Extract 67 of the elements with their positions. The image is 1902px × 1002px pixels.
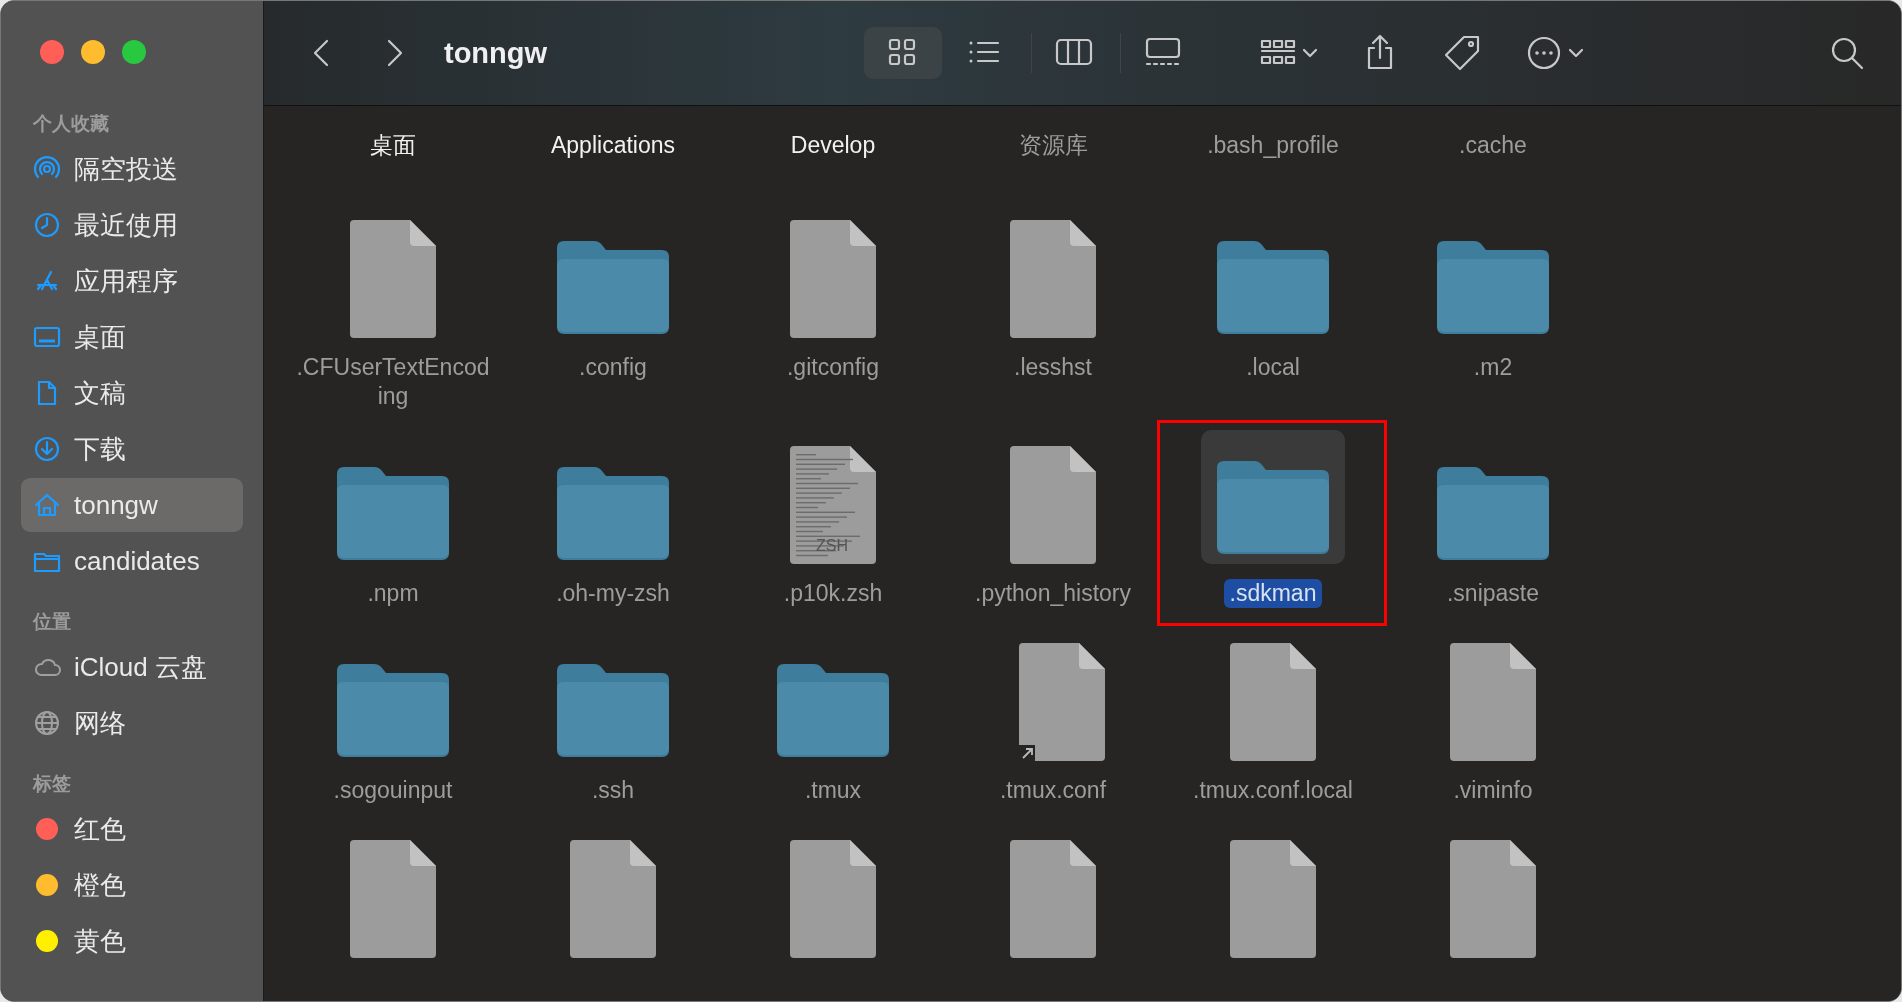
sidebar-item[interactable]: 网络	[21, 696, 243, 750]
close-button[interactable]	[40, 40, 64, 64]
file-name[interactable]: Develop	[784, 131, 882, 160]
file-name[interactable]: .sogouinput	[327, 776, 459, 805]
chevron-icon	[1568, 48, 1584, 58]
window-title: tonngw	[444, 36, 549, 70]
document-icon	[1010, 220, 1096, 338]
document-icon	[350, 220, 436, 338]
minimize-button[interactable]	[81, 40, 105, 64]
document-icon	[790, 220, 876, 338]
sidebar-item[interactable]: 橙色	[21, 858, 243, 912]
sidebar-item[interactable]: 应用程序	[21, 254, 243, 308]
file-name[interactable]: .bash_profile	[1201, 131, 1345, 160]
document-icon	[1010, 446, 1096, 564]
sidebar-item[interactable]: 隔空投送	[21, 142, 243, 196]
document-icon	[1010, 840, 1096, 958]
section-header: 位置	[31, 611, 71, 633]
sidebar-item[interactable]: 最近使用	[21, 198, 243, 252]
file-name[interactable]: .config	[573, 353, 653, 382]
file-name[interactable]: .CFUserTextEncoding	[289, 353, 497, 411]
file-name[interactable]: .tmux	[798, 776, 868, 805]
file-name[interactable]: .m2	[1467, 353, 1519, 382]
file-name[interactable]: .gitconfig	[780, 353, 886, 382]
file-name[interactable]: .tmux.conf	[993, 776, 1113, 805]
file-name[interactable]: .sdkman	[1223, 579, 1323, 608]
file-name[interactable]: .npm	[361, 579, 425, 608]
document-icon	[350, 840, 436, 958]
document-icon	[570, 840, 656, 958]
sidebar-item[interactable]: 文稿	[21, 366, 243, 420]
file-name[interactable]: 桌面	[364, 131, 422, 160]
file-name[interactable]: .local	[1240, 353, 1306, 382]
file-name[interactable]: 资源库	[1012, 131, 1094, 160]
download-icon	[33, 435, 61, 463]
chevron-icon	[1302, 48, 1318, 58]
sidebar-item[interactable]: 红色	[21, 802, 243, 856]
zoom-button[interactable]	[122, 40, 146, 64]
file-name[interactable]: .viminfo	[1447, 776, 1539, 805]
sidebar-item[interactable]: 桌面	[21, 310, 243, 364]
document-icon	[1019, 643, 1105, 761]
sidebar-item[interactable]: 黄色	[21, 914, 243, 968]
document-icon	[1230, 643, 1316, 761]
file-name[interactable]: .ssh	[585, 776, 641, 805]
sidebar-item[interactable]: tonngw	[21, 478, 243, 532]
document-icon	[790, 840, 876, 958]
section-header: 个人收藏	[32, 113, 109, 135]
document-icon	[1230, 840, 1316, 958]
tag-icon	[1442, 33, 1482, 73]
file-name[interactable]: .python_history	[969, 579, 1137, 608]
file-name[interactable]: .tmux.conf.local	[1187, 776, 1359, 805]
grid-view-button[interactable]	[864, 27, 942, 79]
sidebar-item[interactable]: candidates	[21, 534, 243, 588]
document-icon	[1450, 643, 1536, 761]
file-name[interactable]: .cache	[1453, 131, 1533, 160]
file-name[interactable]: .oh-my-zsh	[550, 579, 676, 608]
file-name[interactable]: .lesshst	[1008, 353, 1098, 382]
sidebar-item[interactable]: 下载	[21, 422, 243, 476]
file-name[interactable]: Applications	[545, 131, 681, 160]
home-icon	[33, 491, 61, 519]
document-icon	[1450, 840, 1536, 958]
sidebar-item[interactable]: iCloud 云盘	[21, 640, 243, 694]
globe-icon	[33, 709, 61, 737]
file-type-label: ZSH	[816, 537, 848, 554]
section-header: 标签	[31, 773, 71, 795]
file-name[interactable]: .snipaste	[1440, 579, 1546, 608]
script-file-icon	[790, 446, 876, 564]
file-name[interactable]: .p10k.zsh	[777, 579, 889, 608]
clock-icon	[33, 211, 61, 239]
